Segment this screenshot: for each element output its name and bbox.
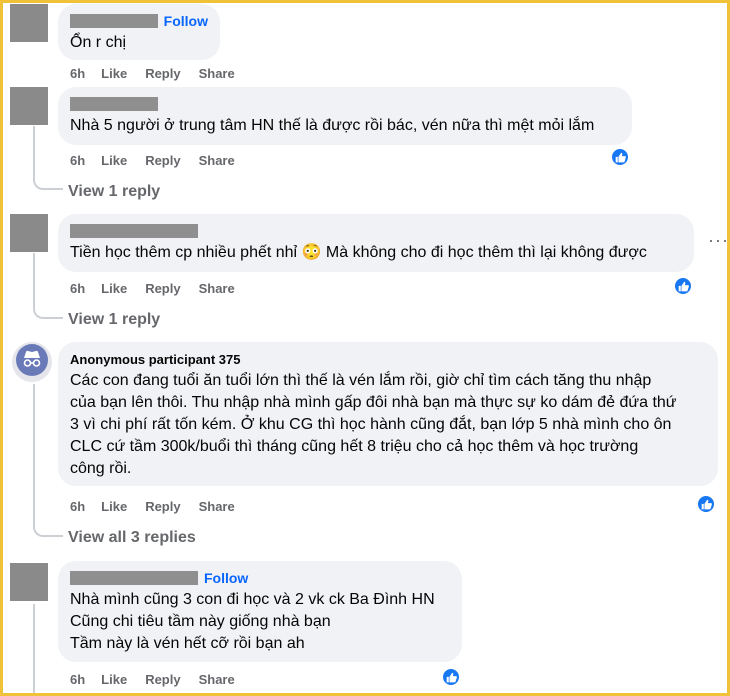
like-reaction-icon[interactable] [696, 494, 716, 514]
comment-text-line: Nhà mình cũng 3 con đi học và 2 vk ck Ba… [70, 591, 435, 608]
author-row: Follow [70, 12, 208, 30]
avatar[interactable] [10, 4, 48, 42]
thread-curve [33, 523, 63, 537]
author-row [70, 95, 620, 113]
view-replies-link[interactable]: View all 3 replies [68, 529, 196, 547]
comment-actions: 6h Like Reply Share [70, 499, 253, 514]
incognito-icon [16, 343, 48, 381]
follow-button[interactable]: Follow [164, 13, 208, 29]
comment-text-line: CLC cứ tầm 300k/buổi thì tháng cũng hết … [70, 438, 639, 455]
more-options-icon[interactable]: ··· [708, 230, 729, 251]
reply-button[interactable]: Reply [145, 153, 180, 168]
comment-text-line: của bạn lên thôi. Thu nhập nhà mình gấp … [70, 394, 677, 411]
avatar[interactable] [10, 214, 48, 252]
comment-actions: 6h Like Reply Share [70, 672, 253, 687]
view-replies-link[interactable]: View 1 reply [68, 311, 160, 329]
comment-bubble: Tiền học thêm cp nhiều phết nhỉ 😳 Mà khô… [58, 214, 694, 272]
comment-text-line: Các con đang tuổi ăn tuổi lớn thì thế là… [70, 372, 652, 389]
comment-bubble: Nhà 5 người ở trung tâm HN thế là được r… [58, 87, 632, 145]
comment-bubble: Follow Nhà mình cũng 3 con đi học và 2 v… [58, 561, 462, 662]
share-button[interactable]: Share [199, 499, 235, 514]
comment-actions: 6h Like Reply Share [70, 281, 253, 296]
timestamp[interactable]: 6h [70, 66, 85, 81]
avatar[interactable] [10, 563, 48, 601]
thread-curve [33, 176, 63, 190]
like-button[interactable]: Like [101, 153, 127, 168]
timestamp[interactable]: 6h [70, 153, 85, 168]
comment-text: Ổn r chị [70, 34, 127, 51]
like-reaction-icon[interactable] [610, 147, 630, 167]
comment-text: Nhà 5 người ở trung tâm HN thế là được r… [70, 117, 595, 134]
comment-actions: 6h Like Reply Share [70, 153, 253, 168]
reply-button[interactable]: Reply [145, 672, 180, 687]
like-button[interactable]: Like [101, 281, 127, 296]
like-reaction-icon[interactable] [441, 667, 461, 687]
comment-actions: 6h Like Reply Share [70, 66, 253, 81]
timestamp[interactable]: 6h [70, 281, 85, 296]
thread-curve [33, 305, 63, 319]
thread-line [33, 253, 35, 309]
like-button[interactable]: Like [101, 672, 127, 687]
thread-line [33, 384, 35, 527]
author-row: Anonymous participant 375 [70, 350, 706, 368]
thread-line [33, 126, 35, 180]
comment-text-line: Tầm này là vén hết cỡ rồi bạn ah [70, 635, 305, 652]
like-reaction-icon[interactable] [673, 276, 693, 296]
reply-button[interactable]: Reply [145, 66, 180, 81]
thread-line [33, 604, 35, 696]
avatar[interactable] [12, 342, 52, 382]
author-name[interactable]: Anonymous participant 375 [70, 352, 240, 367]
comment-text-line: Cũng chi tiêu tầm này giống nhà bạn [70, 613, 331, 630]
comment-text-line: công rồi. [70, 460, 132, 477]
like-button[interactable]: Like [101, 499, 127, 514]
timestamp[interactable]: 6h [70, 672, 85, 687]
author-row: Follow [70, 569, 450, 587]
view-replies-link[interactable]: View 1 reply [68, 183, 160, 201]
author-row [70, 222, 682, 240]
share-button[interactable]: Share [199, 281, 235, 296]
avatar[interactable] [10, 87, 48, 125]
comment-bubble: Follow Ổn r chị [58, 4, 220, 60]
author-name-redacted[interactable] [70, 14, 158, 28]
author-name-redacted[interactable] [70, 571, 198, 585]
share-button[interactable]: Share [199, 672, 235, 687]
share-button[interactable]: Share [199, 66, 235, 81]
comment-text-line: 3 vì chi phí rất tốn kém. Ở khu CG thì h… [70, 416, 672, 433]
author-name-redacted[interactable] [70, 97, 158, 111]
comment-bubble: Anonymous participant 375 Các con đang t… [58, 342, 718, 486]
reply-button[interactable]: Reply [145, 499, 180, 514]
like-button[interactable]: Like [101, 66, 127, 81]
author-name-redacted[interactable] [70, 224, 198, 238]
share-button[interactable]: Share [199, 153, 235, 168]
timestamp[interactable]: 6h [70, 499, 85, 514]
reply-button[interactable]: Reply [145, 281, 180, 296]
comment-text: Tiền học thêm cp nhiều phết nhỉ 😳 Mà khô… [70, 244, 647, 261]
follow-button[interactable]: Follow [204, 570, 248, 586]
